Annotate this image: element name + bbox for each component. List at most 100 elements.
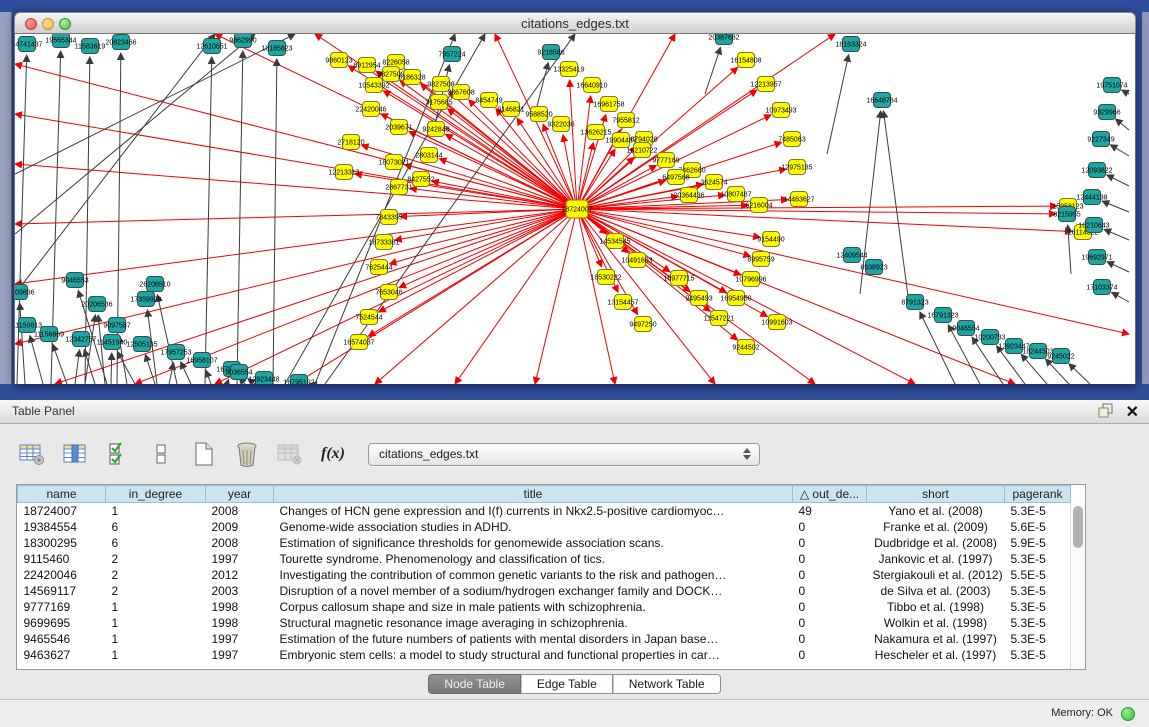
table-cell[interactable]: 0 <box>793 631 867 647</box>
table-settings-icon[interactable] <box>18 440 46 468</box>
table-cell[interactable]: 0 <box>793 583 867 599</box>
table-cell[interactable]: 5.9E-5 <box>1005 535 1071 551</box>
table-cell[interactable]: 0 <box>793 567 867 583</box>
table-cell[interactable]: 2009 <box>206 519 274 535</box>
table-cell[interactable]: 2008 <box>206 503 274 519</box>
table-cell[interactable]: 1 <box>106 615 206 631</box>
table-cell[interactable]: 9115460 <box>18 551 106 567</box>
table-row[interactable]: 977716911998Corpus callosum shape and si… <box>18 599 1071 615</box>
table-row[interactable]: 946554611997Estimation of the future num… <box>18 631 1071 647</box>
table-cell[interactable]: 1 <box>106 599 206 615</box>
table-cell[interactable]: Corpus callosum shape and size in male p… <box>274 599 793 615</box>
tab-node-table[interactable]: Node Table <box>428 674 521 694</box>
table-cell[interactable]: 2012 <box>206 567 274 583</box>
table-cell[interactable]: 18724007 <box>18 503 106 519</box>
show-columns-icon[interactable] <box>104 440 132 468</box>
table-cell[interactable]: 5.3E-5 <box>1005 583 1071 599</box>
table-cell[interactable]: Estimation of significance thresholds fo… <box>274 535 793 551</box>
table-cell[interactable]: 0 <box>793 551 867 567</box>
column-header-short[interactable]: short <box>867 486 1005 503</box>
table-row[interactable]: 911546021997Tourette syndrome. Phenomeno… <box>18 551 1071 567</box>
table-cell[interactable]: 1997 <box>206 551 274 567</box>
table-cell[interactable]: 0 <box>793 647 867 663</box>
table-cell[interactable]: 14569117 <box>18 583 106 599</box>
column-header-title[interactable]: title <box>274 486 793 503</box>
table-cell[interactable]: 5.3E-5 <box>1005 599 1071 615</box>
window-minimize-button[interactable] <box>42 18 54 30</box>
table-cell[interactable]: Stergiakouli et al. (2012) <box>867 567 1005 583</box>
table-cell[interactable]: 1 <box>106 503 206 519</box>
table-cell[interactable]: Wolkin et al. (1998) <box>867 615 1005 631</box>
table-cell[interactable]: Tibbo et al. (1998) <box>867 599 1005 615</box>
column-header-year[interactable]: year <box>206 486 274 503</box>
table-cell[interactable]: Structural magnetic resonance image aver… <box>274 615 793 631</box>
table-cell[interactable]: Estimation of the future numbers of pati… <box>274 631 793 647</box>
delete-icon[interactable] <box>233 440 261 468</box>
table-cell[interactable]: Dudbridge et al. (2008) <box>867 535 1005 551</box>
window-zoom-button[interactable] <box>59 18 71 30</box>
table-row[interactable]: 946362711997Embryonic stem cells: a mode… <box>18 647 1071 663</box>
table-cell[interactable]: 5.3E-5 <box>1005 615 1071 631</box>
table-row[interactable]: 1830029562008Estimation of significance … <box>18 535 1071 551</box>
table-cell[interactable]: 22420046 <box>18 567 106 583</box>
table-cell[interactable]: 19384554 <box>18 519 106 535</box>
network-graph[interactable]: 1872400798601238912954822605898275098186… <box>15 34 1135 384</box>
table-row[interactable]: 2242004622012Investigating the contribut… <box>18 567 1071 583</box>
table-cell[interactable]: Genome-wide association studies in ADHD. <box>274 519 793 535</box>
network-window-titlebar[interactable]: citations_edges.txt <box>14 12 1136 34</box>
tab-edge-table[interactable]: Edge Table <box>521 674 613 694</box>
table-cell[interactable]: 1 <box>106 647 206 663</box>
column-header-pagerank[interactable]: pagerank <box>1005 486 1071 503</box>
table-row[interactable]: 1938455462009Genome-wide association stu… <box>18 519 1071 535</box>
column-header-name[interactable]: name <box>18 486 106 503</box>
table-cell[interactable]: Yano et al. (2008) <box>867 503 1005 519</box>
column-header-in_degree[interactable]: in_degree <box>106 486 206 503</box>
table-cell[interactable]: 2 <box>106 583 206 599</box>
function-builder-icon[interactable]: f(x) <box>319 440 347 468</box>
table-row[interactable]: 1456911722003Disruption of a novel membe… <box>18 583 1071 599</box>
table-cell[interactable]: 1998 <box>206 615 274 631</box>
network-canvas[interactable]: 1872400798601238912954822605898275098186… <box>14 34 1136 384</box>
table-cell[interactable]: 1997 <box>206 647 274 663</box>
table-cell[interactable]: Embryonic stem cells: a model to study s… <box>274 647 793 663</box>
table-cell[interactable]: Changes of HCN gene expression and I(f) … <box>274 503 793 519</box>
table-cell[interactable]: 9699695 <box>18 615 106 631</box>
window-close-button[interactable] <box>25 18 37 30</box>
table-cell[interactable]: Investigating the contribution of common… <box>274 567 793 583</box>
table-cell[interactable]: Jankovic et al. (1997) <box>867 551 1005 567</box>
tab-network-table[interactable]: Network Table <box>613 674 721 694</box>
table-cell[interactable]: 9463627 <box>18 647 106 663</box>
table-cell[interactable]: 9777169 <box>18 599 106 615</box>
new-table-icon[interactable] <box>190 440 218 468</box>
table-cell[interactable]: 6 <box>106 535 206 551</box>
table-row[interactable]: 1872400712008Changes of HCN gene express… <box>18 503 1071 519</box>
table-cell[interactable]: 0 <box>793 519 867 535</box>
float-panel-icon[interactable] <box>1098 403 1114 423</box>
table-cell[interactable]: 5.3E-5 <box>1005 503 1071 519</box>
table-source-select[interactable]: citations_edges.txt <box>368 443 760 466</box>
table-cell[interactable]: 5.3E-5 <box>1005 631 1071 647</box>
table-cell[interactable]: 2008 <box>206 535 274 551</box>
close-panel-icon[interactable]: ✕ <box>1126 404 1139 422</box>
table-cell[interactable]: 0 <box>793 599 867 615</box>
table-cell[interactable]: 6 <box>106 519 206 535</box>
table-cell[interactable]: 2003 <box>206 583 274 599</box>
table-cell[interactable]: 5.3E-5 <box>1005 551 1071 567</box>
table-cell[interactable]: 2 <box>106 551 206 567</box>
table-cell[interactable]: 0 <box>793 535 867 551</box>
table-cell[interactable]: 1998 <box>206 599 274 615</box>
table-cell[interactable]: 2 <box>106 567 206 583</box>
table-cell[interactable]: Nakamura et al. (1997) <box>867 631 1005 647</box>
table-cell[interactable]: de Silva et al. (2003) <box>867 583 1005 599</box>
table-cell[interactable]: 18300295 <box>18 535 106 551</box>
table-cell[interactable]: 49 <box>793 503 867 519</box>
table-cell[interactable]: 9465546 <box>18 631 106 647</box>
table-cell[interactable]: 1 <box>106 631 206 647</box>
table-cell[interactable]: 5.3E-5 <box>1005 647 1071 663</box>
table-cell[interactable]: Franke et al. (2009) <box>867 519 1005 535</box>
table-cell[interactable]: 1997 <box>206 631 274 647</box>
select-column-icon[interactable] <box>61 440 89 468</box>
table-cell[interactable]: 0 <box>793 615 867 631</box>
scrollbar-thumb[interactable] <box>1073 506 1083 548</box>
table-cell[interactable]: 5.6E-5 <box>1005 519 1071 535</box>
